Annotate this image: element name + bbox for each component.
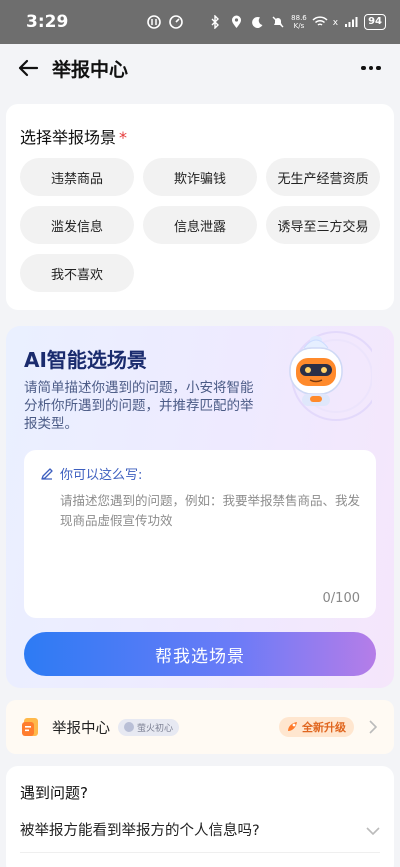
page-title: 举报中心 <box>52 58 129 81</box>
required-mark: * <box>119 128 128 147</box>
pencil-icon <box>41 467 53 480</box>
network-speed: 88.6 K/s <box>291 14 307 30</box>
scene-title: 选择举报场景 * <box>20 124 380 148</box>
scene-tag-info-leak[interactable]: 信息泄露 <box>143 206 257 244</box>
scene-tag-spam[interactable]: 滥发信息 <box>20 206 134 244</box>
firefly-badge: 萤火初心 <box>118 718 180 736</box>
help-select-scene-button[interactable]: 帮我选场景 <box>24 632 376 676</box>
more-dot-icon <box>361 65 366 71</box>
back-button[interactable] <box>14 54 42 82</box>
mute-bell-icon <box>270 14 286 30</box>
chevron-down-icon <box>366 820 380 839</box>
more-dot-icon <box>368 65 374 71</box>
scene-card: 选择举报场景 * 违禁商品 欺诈骗钱 无生产经营资质 滥发信息 信息泄露 诱导至三… <box>6 104 394 310</box>
robot-mascot-icon <box>289 331 372 421</box>
signal-icon <box>343 14 359 30</box>
scene-tag-dislike[interactable]: 我不喜欢 <box>20 254 134 292</box>
upgrade-badge-text: 全新升级 <box>302 721 346 734</box>
faq-card: 遇到问题? 被举报方能看到举报方的个人信息吗? <box>6 766 394 867</box>
scene-tag-prohibited-goods[interactable]: 违禁商品 <box>20 158 134 196</box>
location-icon <box>228 14 244 30</box>
report-center-entry[interactable]: 举报中心 萤火初心 全新升级 <box>6 700 394 754</box>
status-bar: 3:29 88.6 K/s x 94 <box>0 0 400 44</box>
app-notification-icon <box>146 14 162 30</box>
network-speed-unit: K/s <box>293 22 305 30</box>
rocket-icon <box>288 722 297 731</box>
scene-tag-no-license[interactable]: 无生产经营资质 <box>266 158 380 196</box>
scene-tag-third-party-trade[interactable]: 诱导至三方交易 <box>266 206 380 244</box>
char-counter: 0/100 <box>322 591 360 606</box>
report-center-icon <box>22 718 38 736</box>
input-placeholder: 请描述您遇到的问题，例如：我要举报禁售商品、我发现商品虚假宣传功效 <box>60 493 361 528</box>
faq-question: 被举报方能看到举报方的个人信息吗? <box>20 823 260 839</box>
faq-item[interactable]: 被举报方能看到举报方的个人信息吗? <box>20 819 380 840</box>
arrow-left-icon <box>18 59 39 77</box>
upgrade-badge: 全新升级 <box>279 717 354 737</box>
signal-label: x <box>332 18 339 28</box>
divider <box>20 852 380 853</box>
chevron-right-icon <box>366 720 380 734</box>
more-dot-icon <box>376 65 381 71</box>
wifi-icon <box>312 14 328 30</box>
bluetooth-icon <box>207 14 223 30</box>
scene-tag-fraud[interactable]: 欺诈骗钱 <box>143 158 257 196</box>
report-center-title: 举报中心 <box>52 720 110 737</box>
status-left-icons <box>146 14 184 30</box>
network-speed-value: 88.6 <box>291 14 307 22</box>
faq-title: 遇到问题? <box>20 784 88 802</box>
status-right-icons: 88.6 K/s x 94 <box>207 14 386 30</box>
hint-row: 你可以这么写: <box>40 464 360 483</box>
scene-title-text: 选择举报场景 <box>20 128 117 147</box>
status-time: 3:29 <box>26 12 69 32</box>
more-button[interactable] <box>356 54 386 82</box>
firefly-icon <box>124 722 134 732</box>
ai-description: 请简单描述你遇到的问题，小安将智能分析你所遇到的问题，并推荐匹配的举报类型。 <box>24 380 254 432</box>
nav-bar: 举报中心 <box>0 44 400 92</box>
moon-icon <box>249 14 265 30</box>
speedometer-icon <box>168 14 184 30</box>
firefly-badge-text: 萤火初心 <box>137 723 174 734</box>
battery-indicator: 94 <box>364 14 386 30</box>
problem-description-input[interactable]: 你可以这么写: 请描述您遇到的问题，例如：我要举报禁售商品、我发现商品虚假宣传功… <box>24 450 376 618</box>
hint-label: 你可以这么写: <box>60 468 143 483</box>
ai-scene-card: AI智能选场景 请简单描述你遇到的问题，小安将智能分析你所遇到的问题，并推荐匹配… <box>6 326 394 688</box>
